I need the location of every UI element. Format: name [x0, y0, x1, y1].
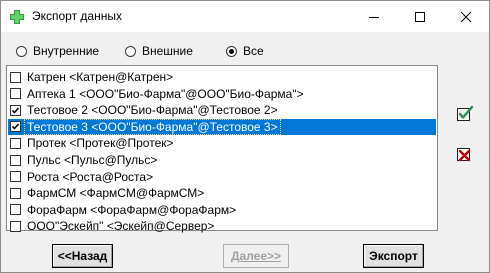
radio-external-label: Внешние [142, 44, 193, 58]
checkbox-checked[interactable] [10, 104, 21, 116]
back-button[interactable]: <<Назад [52, 244, 113, 268]
list-item[interactable]: ФармСМ <ФармСМ@ФармСМ> [8, 185, 436, 201]
list-item[interactable]: Аптека 1 <ООО"Био-Фарма"@ООО"Био-Фарма"> [8, 86, 436, 102]
checkbox-checked[interactable] [10, 121, 21, 133]
list-item[interactable]: ФораФарм <ФораФарм@ФораФарм> [8, 202, 436, 218]
radio-all-label: Все [243, 44, 264, 58]
list-item-label: ФораФарм <ФораФарм@ФораФарм> [27, 202, 237, 217]
next-button-label: Далее>> [230, 249, 282, 263]
close-icon [460, 11, 472, 22]
checkbox[interactable] [10, 137, 21, 149]
maximize-button[interactable] [397, 1, 443, 32]
checkbox[interactable] [10, 171, 21, 183]
minimize-button[interactable] [351, 1, 397, 32]
checkmark-icon [11, 123, 20, 130]
list-item-label: Аптека 1 <ООО"Био-Фарма"@ООО"Био-Фарма"> [27, 86, 304, 101]
export-button[interactable]: Экспорт [363, 244, 424, 268]
list-item[interactable]: Тестовое 3 <ООО"Био-Фарма"@Тестовое 3> [8, 118, 436, 135]
maximize-icon [415, 11, 425, 22]
list-item-label: Протек <Протек@Протек> [27, 136, 174, 151]
list-item[interactable]: Пульс <Пульс@Пульс> [8, 152, 436, 168]
radio-internal[interactable]: Внутренние [16, 44, 99, 58]
list-item-label: ФармСМ <ФармСМ@ФармСМ> [27, 186, 205, 201]
app-cross-icon [10, 10, 24, 24]
checkbox[interactable] [10, 187, 21, 199]
list-item[interactable]: Роста <Роста@Роста> [8, 169, 436, 185]
minimize-icon [369, 16, 379, 18]
window-title: Экспорт данных [32, 9, 122, 23]
back-button-label: <<Назад [57, 249, 108, 263]
close-button[interactable] [443, 1, 489, 32]
export-dialog: Экспорт данных Внутренние Внешние Все Ка… [0, 0, 490, 273]
list-item[interactable]: Тестовое 2 <ООО"Био-Фарма"@Тестовое 2> [8, 102, 436, 118]
uncheck-all-icon [457, 148, 471, 162]
check-all-icon [457, 105, 474, 121]
filter-radio-group: Внутренние Внешние Все [9, 40, 435, 62]
list-item-label: Тестовое 2 <ООО"Био-Фарма"@Тестовое 2> [27, 103, 278, 118]
next-button[interactable]: Далее>> [223, 244, 289, 268]
list-item[interactable]: Протек <Протек@Протек> [8, 135, 436, 151]
list-item-label: Тестовое 3 <ООО"Био-Фарма"@Тестовое 3> [24, 118, 281, 135]
list-item-label: Катрен <Катрен@Катрен> [27, 70, 174, 84]
radio-external[interactable]: Внешние [125, 44, 193, 58]
title-bar: Экспорт данных [1, 1, 489, 32]
radio-all-dot[interactable] [226, 45, 237, 57]
checkbox[interactable] [10, 220, 21, 232]
list-item-label: Роста <Роста@Роста> [27, 169, 154, 184]
list-item-label: Пульс <Пульс@Пульс> [27, 153, 158, 167]
uncheck-all-button[interactable] [452, 141, 478, 167]
radio-internal-label: Внутренние [33, 44, 100, 58]
radio-all[interactable]: Все [226, 44, 264, 58]
list-item[interactable]: ООО"Эскейп" <Эскейп@Сервер> [8, 218, 436, 234]
recipients-checklist[interactable]: Катрен <Катрен@Катрен> Аптека 1 <ООО"Био-… [6, 65, 438, 234]
list-item-label: ООО"Эскейп" <Эскейп@Сервер> [27, 219, 215, 234]
radio-internal-dot[interactable] [16, 45, 27, 57]
checkbox[interactable] [10, 71, 21, 83]
checkbox[interactable] [10, 204, 21, 216]
checkbox[interactable] [10, 88, 21, 100]
checkmark-icon [11, 107, 20, 114]
list-item[interactable]: Катрен <Катрен@Катрен> [8, 69, 436, 85]
radio-external-dot[interactable] [125, 45, 136, 57]
export-button-label: Экспорт [369, 249, 418, 263]
checkbox[interactable] [10, 154, 21, 166]
check-all-button[interactable] [452, 101, 478, 127]
